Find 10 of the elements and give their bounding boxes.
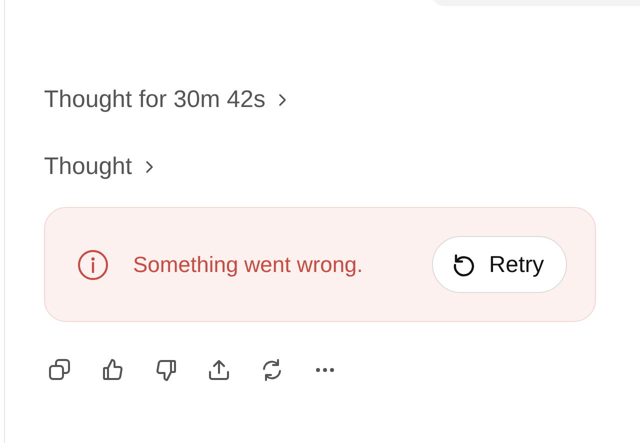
thought-toggle[interactable]: Thought for 30m 42s [44,82,290,118]
retry-button[interactable]: Retry [432,236,567,293]
copy-icon[interactable] [48,358,72,382]
thought-toggle[interactable]: Thought [44,149,156,185]
share-icon[interactable] [207,358,231,382]
refresh-icon[interactable] [260,358,284,382]
thumbs-up-icon[interactable] [101,358,125,382]
thumbs-down-icon[interactable] [154,358,178,382]
info-circle-icon [77,248,109,280]
error-message: Something went wrong. [133,252,364,278]
